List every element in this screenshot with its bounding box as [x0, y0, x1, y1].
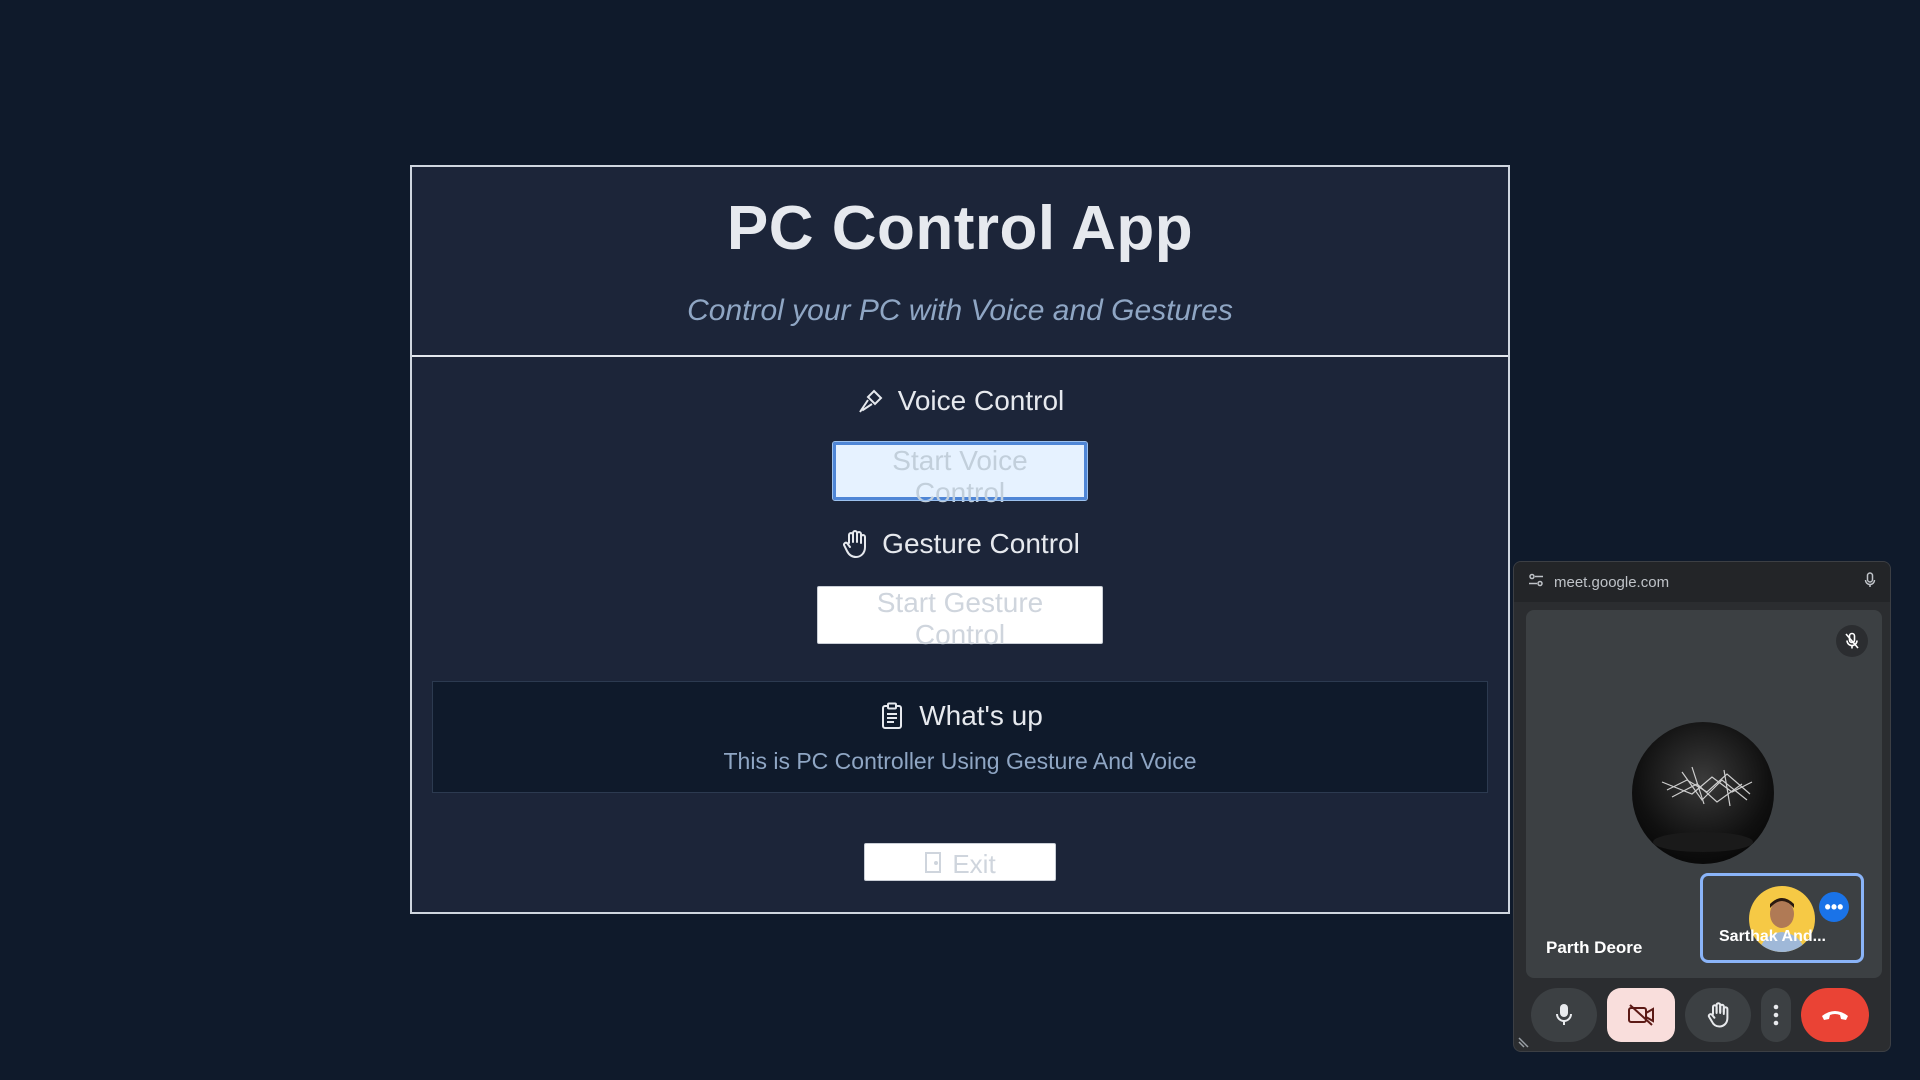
start-gesture-control-button[interactable]: Start Gesture Control — [817, 586, 1103, 650]
participant-tile-main: Parth Deore ••• Sarthak And... — [1526, 610, 1882, 978]
microphone-toggle-icon — [1556, 1004, 1572, 1025]
camera-off-icon — [1628, 1004, 1654, 1026]
gesture-control-heading: Gesture Control — [412, 524, 1508, 564]
site-settings-icon[interactable] — [1528, 573, 1544, 591]
hand-icon — [840, 529, 870, 559]
end-call-button[interactable] — [1801, 988, 1869, 1042]
exit-button[interactable]: Exit — [864, 843, 1056, 881]
mic-indicator-icon — [1864, 572, 1876, 592]
microphone-button[interactable] — [1531, 988, 1597, 1042]
muted-mic-icon — [1836, 625, 1868, 657]
status-heading-label: What's up — [919, 700, 1043, 731]
camera-toggle-button[interactable] — [1607, 988, 1675, 1042]
meet-controls — [1514, 988, 1890, 1042]
voice-control-heading: Voice Control — [412, 381, 1508, 421]
page-title: PC Control App — [726, 194, 1194, 263]
door-icon — [924, 849, 942, 880]
status-heading: What's up — [433, 682, 1487, 736]
more-options-button[interactable] — [1761, 988, 1791, 1042]
app-window: PC Control App Control your PC with Voic… — [410, 165, 1510, 914]
resize-handle-icon[interactable] — [1518, 1034, 1532, 1048]
exit-label: Exit — [952, 849, 996, 879]
microphone-icon — [856, 386, 886, 416]
gesture-control-label: Gesture Control — [882, 528, 1080, 559]
meet-pip-window[interactable]: meet.google.com Parth Deore ••• Sarthak … — [1513, 561, 1891, 1052]
page-subtitle: Control your PC with Voice and Gestures — [687, 294, 1233, 327]
participant-name: Parth Deore — [1546, 938, 1643, 957]
hang-up-icon — [1822, 1011, 1848, 1020]
status-panel: What's up This is PC Controller Using Ge… — [432, 681, 1488, 793]
voice-control-label: Voice Control — [897, 385, 1065, 416]
status-text: This is PC Controller Using Gesture And … — [723, 748, 1197, 774]
self-view-tile[interactable]: ••• Sarthak And... — [1700, 873, 1864, 963]
meet-title-bar: meet.google.com — [1514, 562, 1890, 602]
vertical-dots-icon — [1773, 1004, 1779, 1026]
meet-url: meet.google.com — [1554, 573, 1670, 591]
more-options-icon[interactable]: ••• — [1819, 892, 1849, 922]
raise-hand-icon — [1707, 1002, 1729, 1028]
start-voice-control-button[interactable]: Start Voice Control — [832, 441, 1088, 508]
self-participant-name: Sarthak And... — [1719, 928, 1826, 945]
raise-hand-button[interactable] — [1685, 988, 1751, 1042]
participant-avatar — [1632, 722, 1774, 864]
app-header: PC Control App Control your PC with Voic… — [412, 167, 1508, 357]
clipboard-icon — [877, 701, 907, 731]
